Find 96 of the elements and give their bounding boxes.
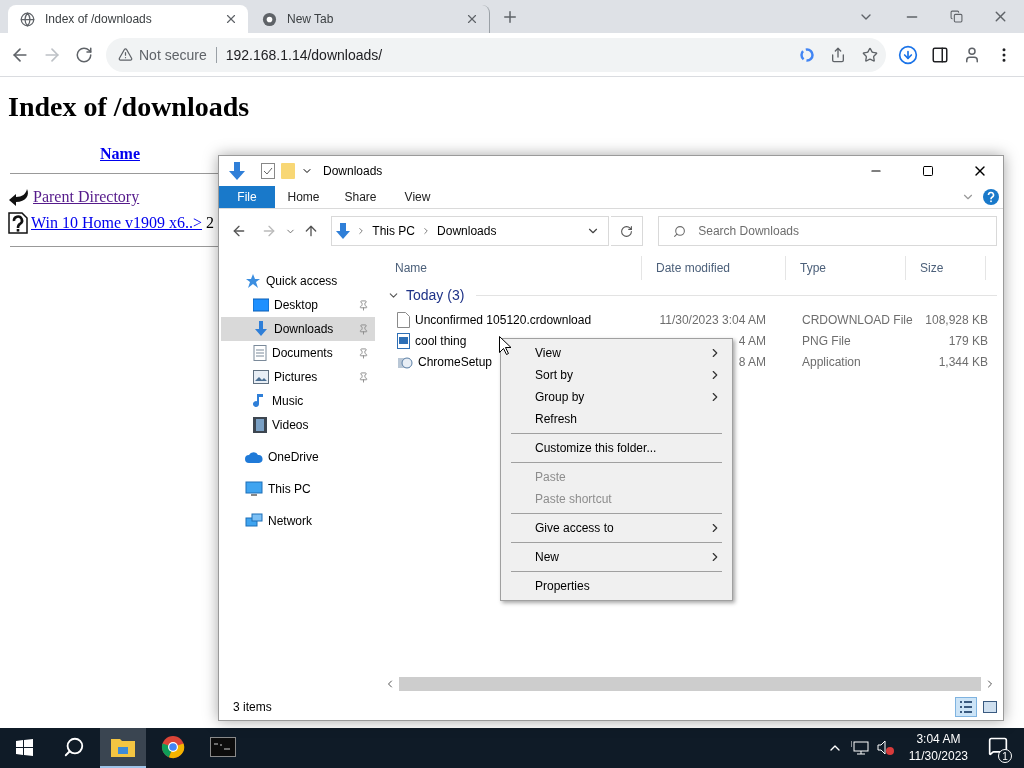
status-text: 3 items bbox=[233, 700, 273, 714]
network-icon[interactable] bbox=[850, 740, 869, 756]
ribbon-tab[interactable]: View bbox=[389, 186, 446, 208]
file-link[interactable]: Win 10 Home v1909 x6..> bbox=[31, 214, 203, 232]
column-header[interactable]: Name bbox=[381, 256, 642, 280]
profile-icon[interactable] bbox=[963, 45, 981, 64]
column-header[interactable]: Size bbox=[906, 256, 986, 280]
nav-item[interactable]: OneDrive bbox=[221, 445, 375, 469]
download-arrow-icon bbox=[229, 162, 245, 180]
folder-icon bbox=[111, 737, 135, 757]
ribbon-tab[interactable]: Share bbox=[332, 186, 389, 208]
back-arrow-icon bbox=[8, 187, 30, 207]
menu-item[interactable]: New bbox=[503, 546, 730, 568]
network-icon bbox=[245, 513, 263, 529]
image-file-icon bbox=[397, 332, 410, 349]
cursor-icon bbox=[499, 336, 511, 355]
properties-icon[interactable] bbox=[261, 163, 275, 179]
notification-count: 1 bbox=[998, 749, 1012, 763]
menu-item[interactable]: Group by bbox=[503, 386, 730, 408]
help-icon[interactable] bbox=[983, 189, 999, 205]
window-title: Downloads bbox=[323, 164, 384, 178]
nav-item[interactable]: Quick access bbox=[221, 269, 375, 293]
file-name[interactable]: Unconfirmed 105120.crdownload bbox=[415, 312, 592, 327]
reload-icon[interactable] bbox=[75, 45, 93, 64]
cloud-icon bbox=[245, 451, 263, 463]
column-header[interactable]: Date modified bbox=[642, 256, 786, 280]
menu-item[interactable]: Customize this folder... bbox=[503, 437, 730, 459]
film-icon bbox=[253, 417, 267, 433]
file-name[interactable]: cool thing bbox=[415, 333, 467, 348]
menu-item[interactable]: Properties bbox=[503, 575, 730, 597]
file-date: 11/30/2023 3:04 AM bbox=[658, 312, 766, 327]
download-arrow-icon bbox=[336, 223, 351, 239]
maximize-icon[interactable] bbox=[922, 165, 934, 177]
menu-item[interactable]: Sort by bbox=[503, 364, 730, 386]
breadcrumb-item[interactable]: This PC bbox=[372, 224, 416, 238]
column-header-link[interactable]: Name bbox=[100, 145, 140, 162]
menu-item[interactable]: Give access to bbox=[503, 517, 730, 539]
close-icon[interactable] bbox=[224, 12, 238, 26]
muted-speaker-icon[interactable] bbox=[876, 740, 895, 756]
file-type: Application bbox=[801, 354, 862, 369]
nav-item[interactable]: Documents bbox=[221, 341, 375, 365]
nav-item[interactable]: Music bbox=[221, 389, 375, 413]
table-cell: 2 bbox=[206, 214, 215, 232]
unknown-file-icon bbox=[8, 212, 28, 234]
ribbon-tab[interactable]: File bbox=[219, 186, 275, 208]
group-header: Today (3) bbox=[406, 287, 465, 303]
scrollbar-thumb[interactable] bbox=[399, 676, 981, 691]
search-icon bbox=[673, 224, 687, 238]
pictures-icon bbox=[253, 370, 269, 384]
search-field[interactable]: Search Downloads bbox=[658, 216, 997, 246]
file-size: 108,928 KB bbox=[924, 312, 988, 327]
menu-item[interactable]: Refresh bbox=[503, 408, 730, 430]
clock[interactable]: 3:04 AM 11/30/2023 bbox=[908, 731, 968, 765]
file-date: 4 AM bbox=[737, 333, 766, 348]
nav-item[interactable]: Downloads bbox=[221, 317, 375, 341]
refresh-icon bbox=[620, 224, 634, 238]
address-bar[interactable]: This PC Downloads bbox=[331, 216, 610, 246]
file-size: 1,344 KB bbox=[937, 354, 988, 369]
file-type: CRDOWNLOAD File bbox=[801, 312, 914, 327]
blank-file-icon bbox=[397, 311, 410, 328]
breadcrumb-item[interactable]: Downloads bbox=[437, 224, 497, 238]
address-bar[interactable]: Not secure 192.168.1.14/downloads/ bbox=[106, 37, 886, 72]
file-date: 8 AM bbox=[737, 354, 766, 369]
share-icon[interactable] bbox=[830, 46, 846, 63]
document-icon bbox=[253, 345, 267, 361]
desktop-icon bbox=[253, 298, 269, 312]
details-list-icon bbox=[959, 700, 973, 714]
download-arrow-icon bbox=[253, 321, 269, 337]
bookmark-star-icon[interactable] bbox=[862, 46, 878, 63]
nav-item[interactable]: Videos bbox=[221, 413, 375, 437]
browser-tab[interactable]: Index of /downloads bbox=[8, 5, 248, 33]
terminal-icon bbox=[210, 737, 236, 757]
file-size: 179 KB bbox=[947, 333, 988, 348]
restore-icon[interactable] bbox=[949, 10, 963, 23]
search-icon[interactable] bbox=[63, 736, 85, 758]
refresh-button[interactable] bbox=[611, 216, 644, 246]
monitor-icon bbox=[245, 481, 263, 497]
warning-icon bbox=[118, 47, 133, 62]
ribbon-tab[interactable]: Home bbox=[275, 186, 332, 208]
globe-icon bbox=[20, 11, 35, 27]
nav-item[interactable]: Network bbox=[221, 509, 375, 533]
windows-start-icon[interactable] bbox=[15, 738, 33, 756]
column-header[interactable]: Type bbox=[786, 256, 906, 280]
details-view-button[interactable] bbox=[955, 697, 977, 717]
side-panel-icon[interactable] bbox=[931, 45, 949, 64]
nav-item[interactable]: This PC bbox=[221, 477, 375, 501]
file-type: PNG File bbox=[801, 333, 852, 348]
nav-item[interactable]: Desktop bbox=[221, 293, 375, 317]
thumbnail-icon bbox=[983, 701, 997, 713]
search-placeholder: Search Downloads bbox=[698, 224, 799, 238]
download-icon[interactable] bbox=[898, 44, 918, 65]
file-link[interactable]: Parent Directory bbox=[33, 188, 140, 206]
file-name[interactable]: ChromeSetup bbox=[418, 354, 493, 369]
page-heading: Index of /downloads bbox=[8, 91, 251, 123]
nav-item[interactable]: Pictures bbox=[221, 365, 375, 389]
star-icon bbox=[245, 273, 261, 289]
